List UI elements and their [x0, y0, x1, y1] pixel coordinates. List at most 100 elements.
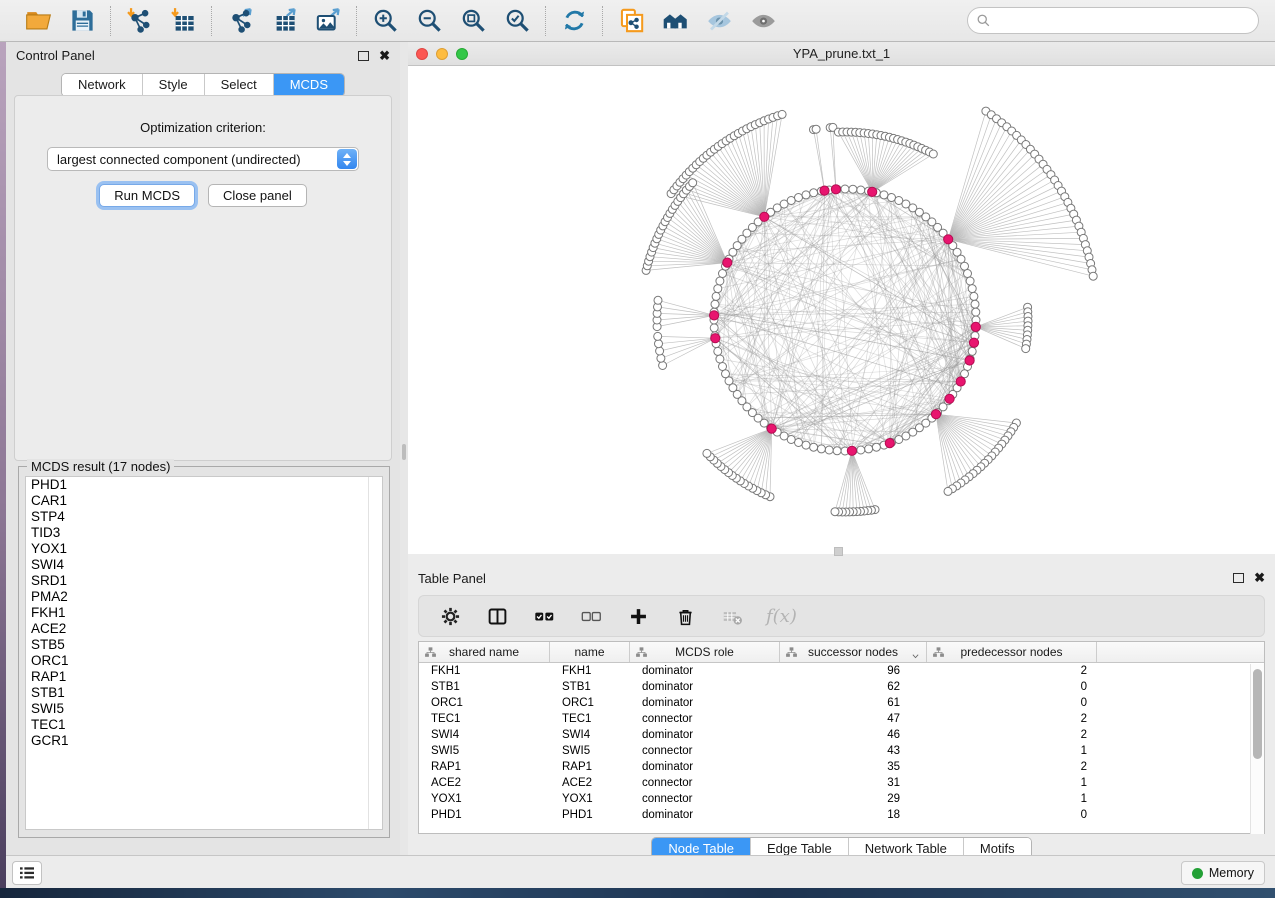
list-scrollbar-track[interactable]	[368, 477, 369, 829]
export-table-icon[interactable]	[268, 5, 300, 37]
clone-network-icon[interactable]	[615, 5, 647, 37]
column-label: name	[574, 645, 604, 659]
mcds-result-item[interactable]: PHD1	[26, 477, 382, 493]
float-table-panel-icon[interactable]	[1233, 573, 1244, 583]
table-row[interactable]: SWI4SWI4dominator462	[419, 727, 1264, 743]
export-image-icon[interactable]	[312, 5, 344, 37]
horizontal-splitter-handle[interactable]	[834, 547, 843, 556]
first-neighbors-icon[interactable]	[659, 5, 691, 37]
column-header-shared-name[interactable]: shared name	[419, 642, 550, 662]
network-window-titlebar[interactable]: YPA_prune.txt_1	[408, 42, 1275, 66]
import-table-icon[interactable]	[167, 5, 199, 37]
import-network-icon[interactable]	[123, 5, 155, 37]
optimization-criterion-label: Optimization criterion:	[15, 120, 391, 135]
mcds-result-item[interactable]: FKH1	[26, 605, 382, 621]
cell-predecessor-nodes: 1	[927, 791, 1097, 807]
table-row[interactable]: YOX1YOX1connector291	[419, 791, 1264, 807]
select-all-icon[interactable]	[531, 603, 557, 629]
table-body: FKH1FKH1dominator962STB1STB1dominator620…	[419, 663, 1264, 823]
cell-mcds-role: dominator	[630, 679, 780, 695]
column-view-icon[interactable]	[484, 603, 510, 629]
tab-network[interactable]: Network	[62, 74, 143, 96]
close-panel-button[interactable]: Close panel	[208, 184, 307, 207]
table-scrollbar-track[interactable]	[1250, 664, 1264, 834]
cell-predecessor-nodes: 0	[927, 679, 1097, 695]
gear-icon[interactable]	[437, 603, 463, 629]
delete-row-icon[interactable]	[672, 603, 698, 629]
table-row[interactable]: ACE2ACE2connector311	[419, 775, 1264, 791]
mcds-result-item[interactable]: SWI5	[26, 701, 382, 717]
mcds-result-item[interactable]: STB1	[26, 685, 382, 701]
table-row[interactable]: FKH1FKH1dominator962	[419, 663, 1264, 679]
zoom-selected-icon[interactable]	[501, 5, 533, 37]
column-label: predecessor nodes	[960, 645, 1062, 659]
status-bar: Memory	[6, 855, 1275, 888]
save-session-icon[interactable]	[66, 5, 98, 37]
column-label: shared name	[449, 645, 519, 659]
vertical-splitter[interactable]	[400, 42, 408, 855]
column-header-successor-nodes[interactable]: successor nodes	[780, 642, 927, 662]
mcds-result-item[interactable]: TEC1	[26, 717, 382, 733]
column-header-MCDS-role[interactable]: MCDS role	[630, 642, 780, 662]
show-all-icon[interactable]	[747, 5, 779, 37]
splitter-handle[interactable]	[402, 444, 406, 460]
refresh-layout-icon[interactable]	[558, 5, 590, 37]
toolbar-group	[10, 5, 110, 37]
mcds-tab-panel: Optimization criterion: largest connecte…	[14, 95, 392, 461]
column-label: MCDS role	[675, 645, 734, 659]
zoom-fit-icon[interactable]	[457, 5, 489, 37]
export-network-icon[interactable]	[224, 5, 256, 37]
table-scrollbar-thumb[interactable]	[1253, 669, 1262, 759]
search-input[interactable]	[967, 7, 1259, 34]
mcds-result-item[interactable]: SRD1	[26, 573, 382, 589]
control-panel-tabs: NetworkStyleSelectMCDS	[6, 73, 400, 97]
show-panels-list-button[interactable]	[12, 861, 42, 885]
open-folder-icon[interactable]	[22, 5, 54, 37]
mcds-result-item[interactable]: GCR1	[26, 733, 382, 749]
mcds-result-item[interactable]: TID3	[26, 525, 382, 541]
criterion-select[interactable]: largest connected component (undirected)	[47, 147, 359, 171]
column-header-filler	[1097, 642, 1264, 662]
mcds-result-list[interactable]: PHD1CAR1STP4TID3YOX1SWI4SRD1PMA2FKH1ACE2…	[25, 476, 383, 830]
table-row[interactable]: SWI5SWI5connector431	[419, 743, 1264, 759]
mcds-result-item[interactable]: SWI4	[26, 557, 382, 573]
mcds-result-item[interactable]: YOX1	[26, 541, 382, 557]
column-header-name[interactable]: name	[550, 642, 630, 662]
mcds-result-item[interactable]: ORC1	[26, 653, 382, 669]
cell-shared-name: SWI4	[419, 727, 550, 743]
cell-shared-name: RAP1	[419, 759, 550, 775]
table-row[interactable]: TEC1TEC1connector472	[419, 711, 1264, 727]
hide-selected-icon[interactable]	[703, 5, 735, 37]
mcds-result-item[interactable]: STP4	[26, 509, 382, 525]
deselect-all-icon[interactable]	[578, 603, 604, 629]
mcds-result-item[interactable]: ACE2	[26, 621, 382, 637]
tab-select[interactable]: Select	[205, 74, 274, 96]
network-canvas[interactable]	[408, 66, 1275, 554]
application-window: Control Panel ✖ NetworkStyleSelectMCDS O…	[0, 0, 1275, 898]
cell-mcds-role: dominator	[630, 663, 780, 679]
memory-button[interactable]: Memory	[1181, 861, 1265, 885]
mcds-result-item[interactable]: PMA2	[26, 589, 382, 605]
delete-table-icon	[719, 603, 745, 629]
float-panel-icon[interactable]	[358, 51, 369, 61]
run-mcds-button[interactable]: Run MCDS	[99, 184, 195, 207]
tab-style[interactable]: Style	[143, 74, 205, 96]
zoom-in-icon[interactable]	[369, 5, 401, 37]
close-panel-icon[interactable]: ✖	[379, 49, 390, 62]
cell-name: ACE2	[550, 775, 630, 791]
close-table-panel-icon[interactable]: ✖	[1254, 571, 1265, 584]
table-row[interactable]: STB1STB1dominator620	[419, 679, 1264, 695]
table-row[interactable]: RAP1RAP1dominator352	[419, 759, 1264, 775]
table-row[interactable]: PHD1PHD1dominator180	[419, 807, 1264, 823]
zoom-out-icon[interactable]	[413, 5, 445, 37]
tab-mcds[interactable]: MCDS	[274, 74, 344, 96]
function-builder-icon[interactable]: f(x)	[766, 606, 797, 627]
cell-predecessor-nodes: 1	[927, 743, 1097, 759]
add-row-icon[interactable]	[625, 603, 651, 629]
mcds-result-item[interactable]: CAR1	[26, 493, 382, 509]
sort-desc-icon	[911, 649, 920, 663]
column-header-predecessor-nodes[interactable]: predecessor nodes	[927, 642, 1097, 662]
mcds-result-item[interactable]: STB5	[26, 637, 382, 653]
mcds-result-item[interactable]: RAP1	[26, 669, 382, 685]
table-row[interactable]: ORC1ORC1dominator610	[419, 695, 1264, 711]
